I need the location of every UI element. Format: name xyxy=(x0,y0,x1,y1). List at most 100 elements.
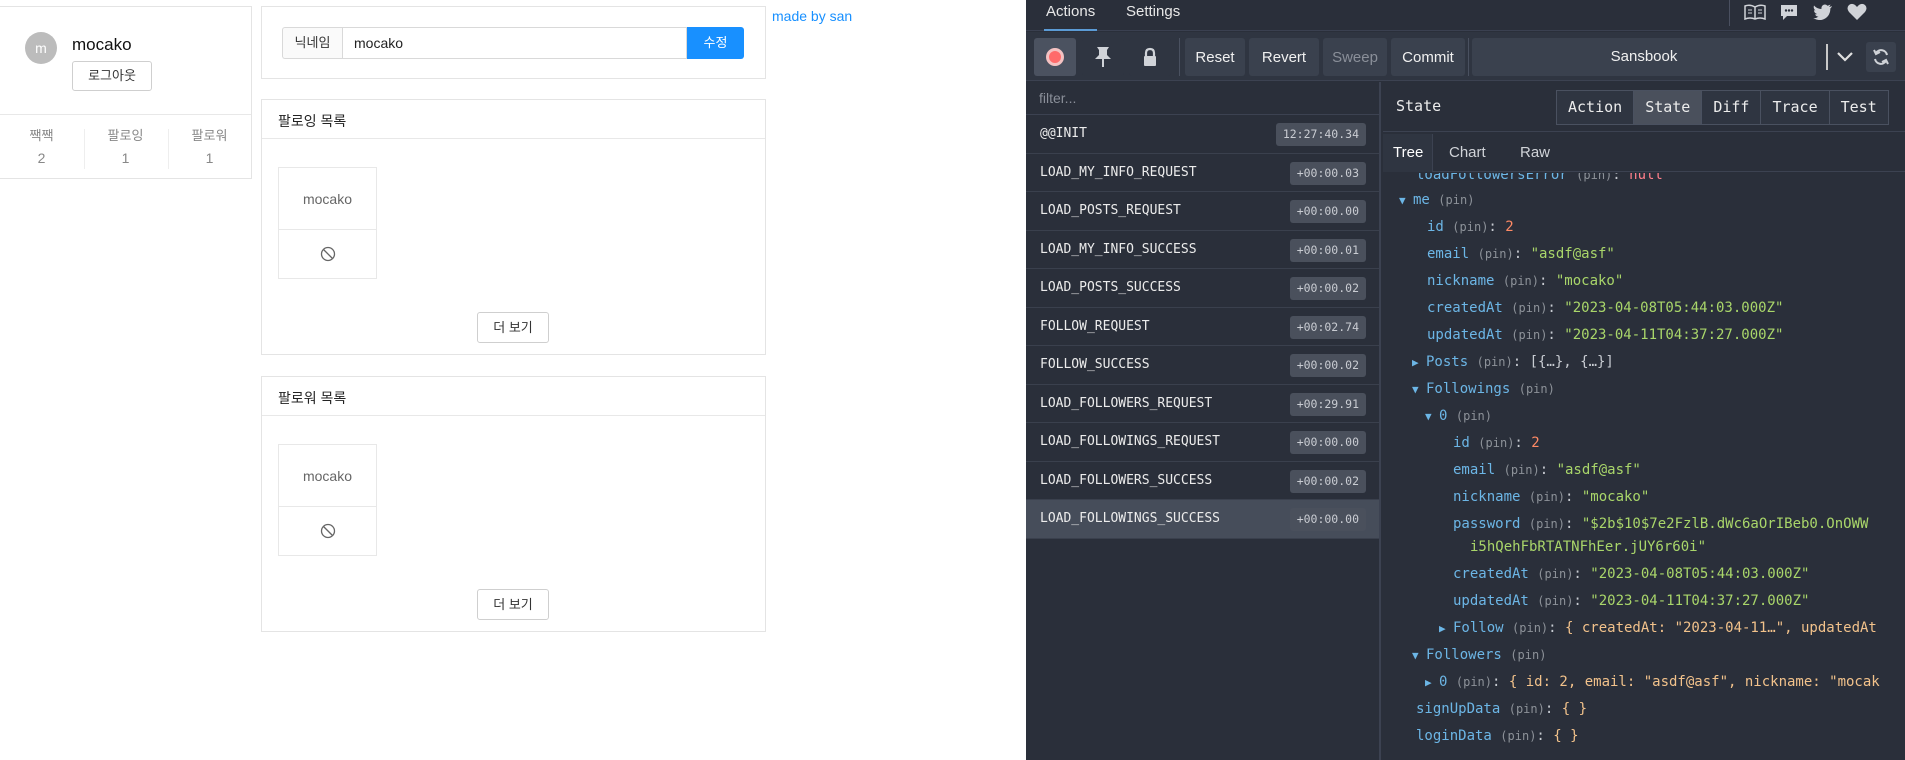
tab-action[interactable]: Action xyxy=(1556,90,1635,125)
action-row[interactable]: LOAD_MY_INFO_REQUEST +00:00.03 xyxy=(1026,154,1379,192)
tree-node[interactable]: nickname (pin): "mocako" xyxy=(1453,487,1649,507)
collapsed-arrow-icon: ▶ xyxy=(1412,356,1419,369)
stats-divider xyxy=(0,114,251,115)
stat-value: 1 xyxy=(205,150,214,166)
following-user-name: mocako xyxy=(279,168,376,230)
action-name: FOLLOW_REQUEST xyxy=(1040,318,1150,334)
action-name: LOAD_MY_INFO_REQUEST xyxy=(1040,164,1197,180)
stat-value: 2 xyxy=(37,150,46,166)
subtab-chart[interactable]: Chart xyxy=(1449,134,1486,172)
tree-node[interactable]: createdAt (pin): "2023-04-08T05:44:03.00… xyxy=(1427,298,1783,318)
tree-node[interactable]: loadFollowersError (pin): null xyxy=(1416,173,1663,185)
tree-node-followers[interactable]: ▼ Followers (pin) xyxy=(1412,645,1546,665)
expanded-arrow-icon: ▼ xyxy=(1412,383,1419,396)
state-tree: loadFollowersError (pin): null ▼ me (pin)… xyxy=(1383,173,1905,760)
action-time: +00:02.74 xyxy=(1289,315,1366,339)
subtab-raw[interactable]: Raw xyxy=(1520,134,1550,172)
expanded-arrow-icon: ▼ xyxy=(1425,410,1432,423)
twitter-icon[interactable] xyxy=(1808,0,1838,24)
action-row[interactable]: LOAD_MY_INFO_SUCCESS +00:00.01 xyxy=(1026,231,1379,269)
chevron-down-icon[interactable] xyxy=(1834,44,1856,75)
revert-button[interactable]: Revert xyxy=(1249,38,1319,76)
follower-more-button[interactable]: 더 보기 xyxy=(477,589,549,620)
action-row[interactable]: LOAD_FOLLOWINGS_REQUEST +00:00.00 xyxy=(1026,423,1379,462)
pin-button[interactable] xyxy=(1082,38,1124,76)
record-icon xyxy=(1046,48,1064,66)
expanded-arrow-icon: ▼ xyxy=(1399,194,1406,207)
tree-node[interactable]: password (pin): "$2b$10$7e2FzlB.dWc6aOrI… xyxy=(1453,514,1868,534)
tree-node[interactable]: id (pin): 2 xyxy=(1427,217,1514,237)
stat-followers[interactable]: 팔로워 1 xyxy=(168,125,251,166)
record-button[interactable] xyxy=(1034,38,1076,76)
tab-settings[interactable]: Settings xyxy=(1126,0,1180,31)
reset-button[interactable]: Reset xyxy=(1185,38,1245,76)
action-row[interactable]: FOLLOW_REQUEST +00:02.74 xyxy=(1026,308,1379,346)
tree-node-follow[interactable]: ▶ Follow (pin): { createdAt: "2023-04-11…… xyxy=(1439,618,1877,638)
tree-node[interactable]: createdAt (pin): "2023-04-08T05:44:03.00… xyxy=(1453,564,1809,584)
tree-node-following-0[interactable]: ▼ 0 (pin) xyxy=(1425,406,1492,426)
tree-node[interactable]: updatedAt (pin): "2023-04-11T04:37:27.00… xyxy=(1427,325,1783,345)
sweep-button[interactable]: Sweep xyxy=(1323,38,1387,76)
tree-node[interactable]: id (pin): 2 xyxy=(1453,433,1540,453)
stat-tweets[interactable]: 짹짹 2 xyxy=(0,125,83,166)
tree-node-posts[interactable]: ▶ Posts (pin): [{…}, {…}] xyxy=(1412,352,1614,372)
app-area: m mocako 로그아웃 짹짹 2 팔로잉 1 팔로워 1 닉네임 mocak… xyxy=(0,0,1026,760)
tab-state[interactable]: State xyxy=(1633,90,1703,125)
tree-node[interactable]: updatedAt (pin): "2023-04-11T04:37:27.00… xyxy=(1453,591,1809,611)
nickname-form: 닉네임 mocako 수정 xyxy=(261,6,766,79)
tab-actions[interactable]: Actions xyxy=(1044,0,1098,31)
tab-test[interactable]: Test xyxy=(1828,90,1889,125)
tree-node-followings[interactable]: ▼ Followings (pin) xyxy=(1412,379,1555,399)
book-icon[interactable] xyxy=(1740,0,1770,24)
commit-button[interactable]: Commit xyxy=(1391,38,1465,76)
tab-trace[interactable]: Trace xyxy=(1760,90,1830,125)
action-time: +00:00.02 xyxy=(1289,277,1366,300)
stat-value: 1 xyxy=(121,150,130,166)
action-row-selected[interactable]: LOAD_FOLLOWINGS_SUCCESS +00:00.00 xyxy=(1026,500,1379,539)
instance-select-value: Sansbook xyxy=(1610,48,1678,65)
nickname-input[interactable]: mocako xyxy=(342,27,687,59)
action-row[interactable]: FOLLOW_SUCCESS +00:00.02 xyxy=(1026,346,1379,385)
heart-icon[interactable] xyxy=(1842,0,1872,24)
tab-diff[interactable]: Diff xyxy=(1701,90,1762,125)
following-more-button[interactable]: 더 보기 xyxy=(477,312,549,343)
action-time: +00:00.02 xyxy=(1289,469,1366,493)
action-name: @@INIT xyxy=(1040,126,1087,141)
chat-icon[interactable] xyxy=(1774,0,1804,24)
action-row[interactable]: LOAD_FOLLOWERS_SUCCESS +00:00.02 xyxy=(1026,462,1379,500)
action-row[interactable]: LOAD_FOLLOWERS_REQUEST +00:29.91 xyxy=(1026,385,1379,423)
nickname-submit-button[interactable]: 수정 xyxy=(687,27,744,59)
action-row[interactable]: @@INIT 12:27:40.34 xyxy=(1026,115,1379,154)
logout-button[interactable]: 로그아웃 xyxy=(72,61,152,91)
following-list-card: 팔로잉 목록 mocako 더 보기 xyxy=(261,99,766,355)
instance-select[interactable]: Sansbook xyxy=(1472,38,1816,76)
stat-label: 팔로잉 xyxy=(107,128,144,143)
action-row[interactable]: LOAD_POSTS_REQUEST +00:00.00 xyxy=(1026,192,1379,231)
state-panel: State Action State Diff Trace Test Tree … xyxy=(1383,82,1905,760)
action-name: LOAD_FOLLOWINGS_REQUEST xyxy=(1040,434,1221,449)
tree-node[interactable]: email (pin): "asdf@asf" xyxy=(1453,460,1641,480)
tree-node[interactable]: signUpData (pin): { } xyxy=(1416,699,1587,719)
profile-card: m mocako 로그아웃 짹짹 2 팔로잉 1 팔로워 1 xyxy=(0,6,252,179)
tree-node[interactable]: email (pin): "asdf@asf" xyxy=(1427,244,1615,264)
remove-follower-icon[interactable] xyxy=(279,507,376,555)
expanded-arrow-icon: ▼ xyxy=(1412,649,1419,662)
follower-user-name: mocako xyxy=(279,445,376,507)
made-by-link[interactable]: made by san xyxy=(772,8,852,24)
tree-node-me[interactable]: ▼ me (pin) xyxy=(1399,190,1474,210)
action-row[interactable]: LOAD_POSTS_SUCCESS +00:00.02 xyxy=(1026,269,1379,308)
following-user-card: mocako xyxy=(278,167,377,279)
action-filter-input[interactable]: filter... xyxy=(1026,82,1379,115)
topbar-separator xyxy=(1729,0,1730,26)
devtools-toolbar: Reset Revert Sweep Commit Sansbook xyxy=(1026,32,1905,81)
tree-node[interactable]: loginData (pin): { } xyxy=(1416,726,1579,746)
tree-node[interactable]: nickname (pin): "mocako" xyxy=(1427,271,1623,291)
sync-icon[interactable] xyxy=(1866,42,1896,72)
tree-node-follower-0[interactable]: ▶ 0 (pin): { id: 2, email: "asdf@asf", ni… xyxy=(1425,672,1880,692)
lock-button[interactable] xyxy=(1129,38,1171,76)
stat-followings[interactable]: 팔로잉 1 xyxy=(84,125,167,166)
panel-tabs: Action State Diff Trace Test xyxy=(1556,90,1889,125)
subtab-tree[interactable]: Tree xyxy=(1383,134,1433,172)
unfollow-icon[interactable] xyxy=(279,230,376,278)
following-list-title: 팔로잉 목록 xyxy=(262,100,765,139)
